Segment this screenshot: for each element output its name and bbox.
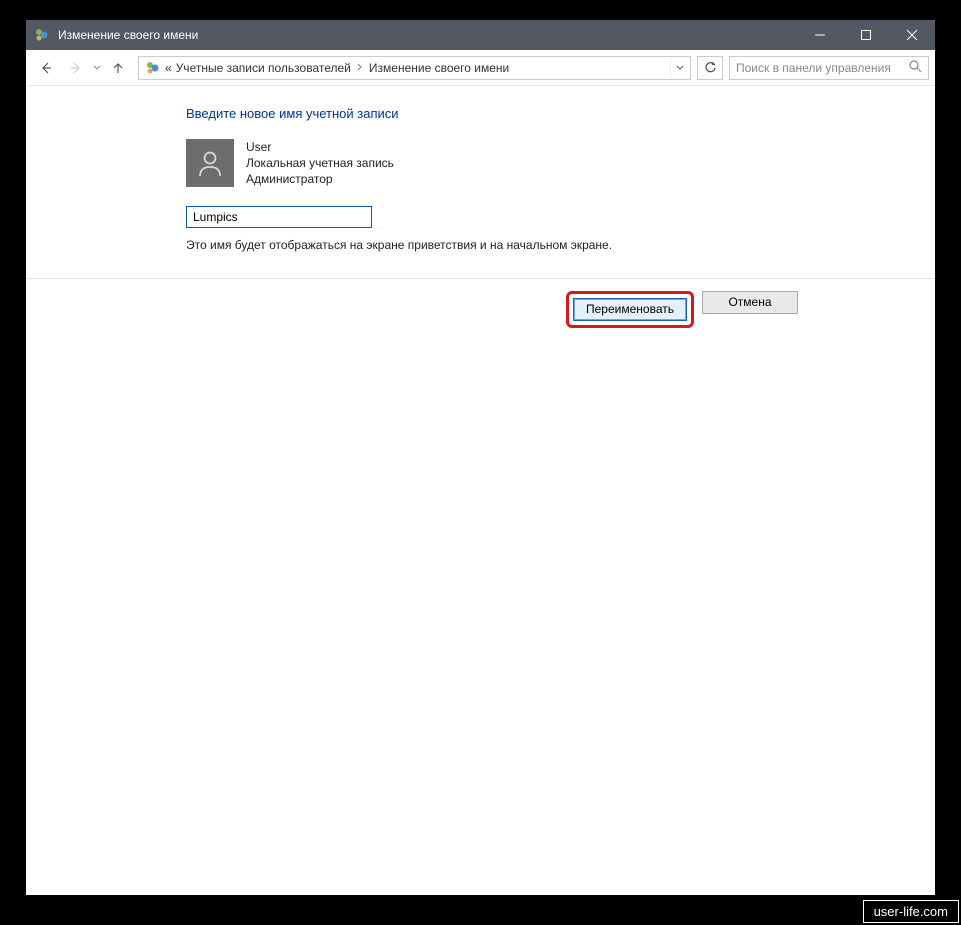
search-input[interactable] — [736, 61, 909, 75]
search-icon — [909, 60, 922, 76]
navbar: « Учетные записи пользователей Изменение… — [26, 50, 935, 86]
search-box[interactable] — [729, 56, 929, 80]
titlebar: Изменение своего имени — [26, 20, 935, 50]
user-info-row: User Локальная учетная запись Администра… — [186, 139, 935, 188]
minimize-button[interactable] — [797, 20, 843, 50]
up-button[interactable] — [104, 54, 132, 82]
content-area: Введите новое имя учетной записи User Ло… — [26, 86, 935, 895]
close-button[interactable] — [889, 20, 935, 50]
addressbar[interactable]: « Учетные записи пользователей Изменение… — [138, 56, 691, 80]
breadcrumb-prefix: « — [165, 61, 172, 75]
highlight-annotation: Переименовать — [566, 291, 694, 328]
user-info: User Локальная учетная запись Администра… — [246, 139, 394, 188]
cancel-button[interactable]: Отмена — [702, 291, 798, 314]
forward-button[interactable] — [62, 54, 90, 82]
addressbar-dropdown[interactable] — [670, 57, 688, 79]
panel-heading: Введите новое имя учетной записи — [186, 106, 935, 121]
user-type: Локальная учетная запись — [246, 155, 394, 171]
window: Изменение своего имени — [24, 18, 937, 897]
rename-panel: Введите новое имя учетной записи User Ло… — [26, 86, 935, 272]
user-role: Администратор — [246, 171, 394, 187]
window-controls — [797, 20, 935, 50]
user-name: User — [246, 139, 394, 155]
back-button[interactable] — [32, 54, 60, 82]
recent-dropdown[interactable] — [92, 65, 102, 71]
watermark: user-life.com — [863, 900, 959, 923]
addressbar-icon — [145, 60, 161, 76]
chevron-right-icon — [357, 63, 363, 73]
action-buttons: Переименовать Отмена — [26, 279, 935, 328]
refresh-button[interactable] — [697, 56, 723, 80]
window-title: Изменение своего имени — [58, 28, 797, 42]
breadcrumb-segment[interactable]: Изменение своего имени — [369, 61, 509, 75]
maximize-button[interactable] — [843, 20, 889, 50]
user-avatar-icon — [186, 139, 234, 187]
rename-button[interactable]: Переименовать — [573, 298, 687, 321]
hint-text: Это имя будет отображаться на экране при… — [186, 238, 935, 252]
breadcrumb-segment[interactable]: Учетные записи пользователей — [176, 61, 351, 75]
account-name-input[interactable] — [186, 206, 372, 228]
app-icon — [34, 27, 50, 43]
